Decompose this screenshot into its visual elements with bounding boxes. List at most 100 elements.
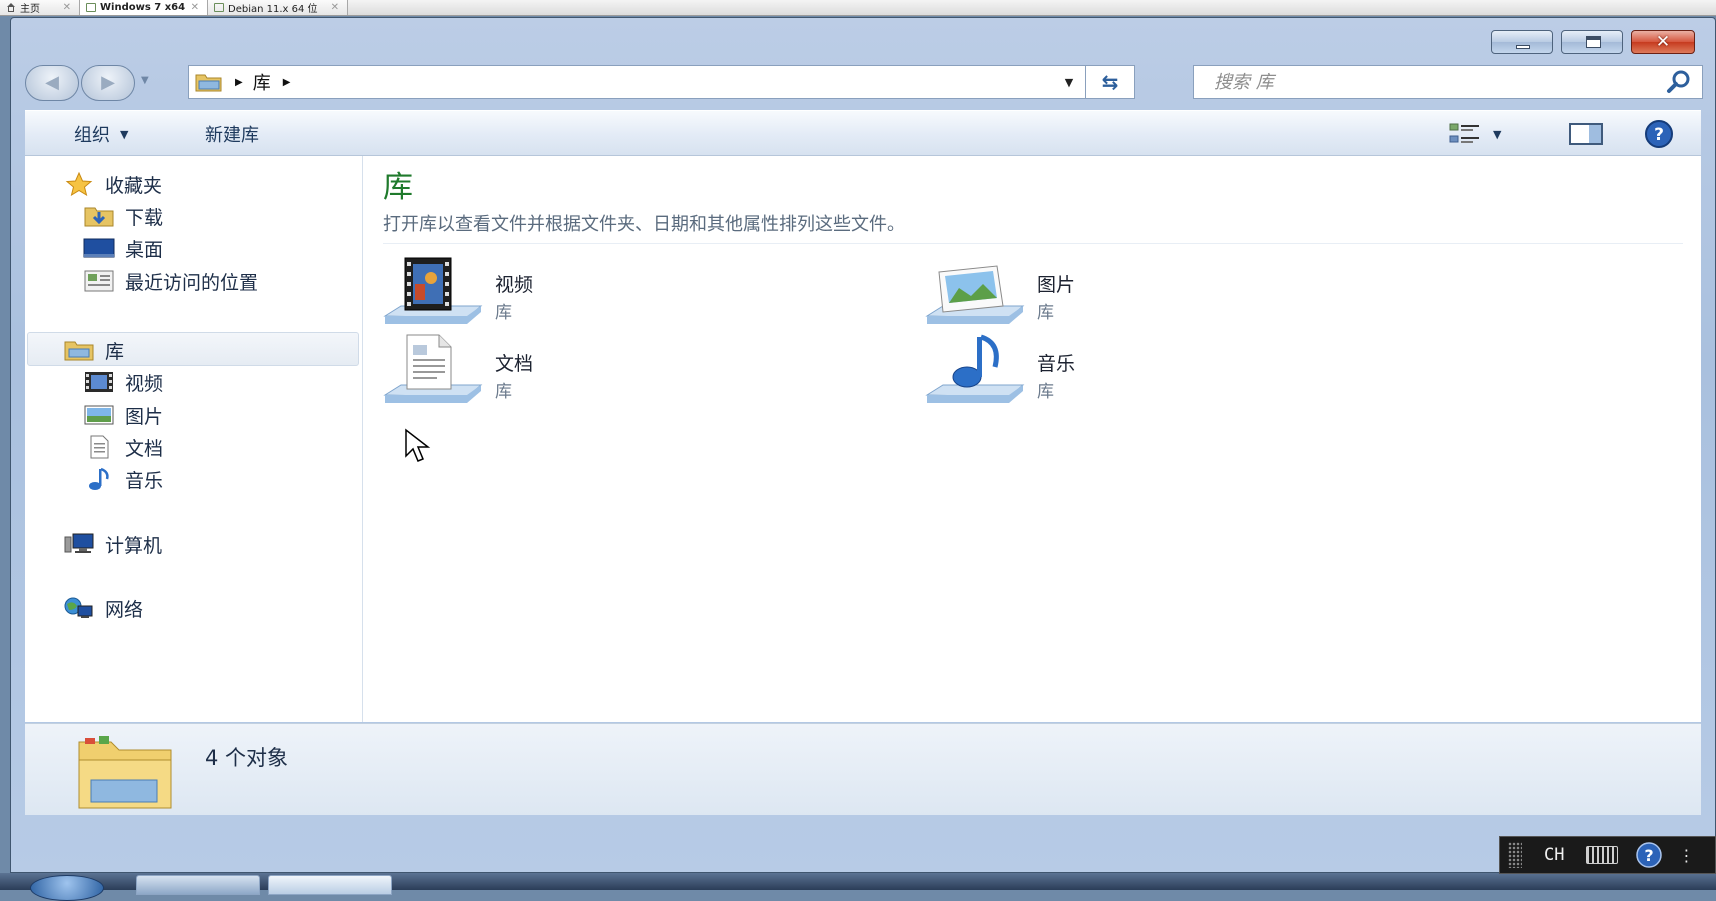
library-name: 音乐 (1037, 353, 1076, 375)
library-name: 图片 (1037, 274, 1076, 296)
recent-places-icon (84, 270, 114, 292)
chevron-down-icon[interactable]: ▼ (1493, 128, 1501, 141)
tree-item-recent-places[interactable]: 最近访问的位置 (83, 265, 258, 297)
maximize-button[interactable] (1561, 30, 1623, 54)
start-button[interactable] (30, 875, 104, 901)
tree-item-label: 桌面 (125, 238, 164, 261)
details-pane: 4 个对象 (25, 723, 1701, 815)
computer-icon (64, 533, 94, 553)
new-library-label: 新建库 (205, 125, 259, 146)
vm-tab-windows7[interactable]: Windows 7 x64 ✕ (80, 0, 208, 15)
mouse-cursor-icon (405, 428, 431, 462)
back-button[interactable]: ◀ (25, 65, 79, 101)
grip-handle-icon[interactable] (1508, 842, 1522, 868)
network-icon (64, 597, 93, 618)
svg-text:?: ? (1645, 846, 1654, 865)
breadcrumb-separator-icon[interactable]: ▶ (235, 77, 243, 88)
tree-item-label: 图片 (125, 405, 164, 428)
library-type: 库 (495, 303, 512, 323)
tree-item-videos[interactable]: 视频 (83, 366, 163, 398)
library-item-videos[interactable]: 视频 库 (383, 254, 803, 334)
document-icon (90, 435, 109, 459)
maximize-icon (1586, 36, 1601, 48)
change-view-button[interactable]: ▼ (1449, 119, 1519, 149)
library-item-pictures[interactable]: 图片 库 (925, 254, 1345, 334)
address-bar[interactable]: ▶ 库 ▶ ▼ ⇆ (188, 65, 1135, 99)
search-box[interactable] (1193, 65, 1703, 99)
home-icon (6, 3, 16, 12)
taskbar (0, 873, 1716, 901)
chevron-down-icon: ▼ (120, 127, 129, 141)
close-button[interactable]: ✕ (1631, 30, 1695, 54)
new-library-button[interactable]: 新建库 (205, 111, 259, 157)
tree-item-label: 收藏夹 (105, 174, 163, 197)
help-icon[interactable]: ? (1634, 840, 1664, 870)
vm-tab-label: Debian 11.x 64 位 (228, 4, 318, 15)
tree-item-label: 下载 (125, 206, 164, 229)
caption-buttons: ✕ (1491, 30, 1695, 54)
view-options-icon (1449, 123, 1479, 143)
command-bar: 组织 ▼ 新建库 ▼ ? (25, 110, 1701, 156)
input-language[interactable]: CH (1544, 845, 1564, 865)
organize-menu[interactable]: 组织 ▼ (74, 111, 128, 157)
minimize-button[interactable] (1491, 30, 1553, 54)
item-count: 4 个对象 (205, 746, 289, 770)
search-input[interactable] (1212, 70, 1666, 94)
help-icon[interactable]: ? (1643, 119, 1675, 149)
page-description: 打开库以查看文件并根据文件夹、日期和其他属性排列这些文件。 (383, 214, 905, 235)
preview-pane-icon[interactable] (1569, 123, 1603, 145)
tree-item-music[interactable]: 音乐 (83, 463, 163, 495)
desktop-icon (83, 238, 115, 258)
film-icon (85, 372, 113, 392)
vm-tab-debian[interactable]: Debian 11.x 64 位 ✕ (208, 0, 348, 15)
library-item-documents[interactable]: 文档 库 (383, 333, 803, 413)
minimize-icon (1516, 45, 1530, 49)
taskbar-button-explorer[interactable] (268, 875, 392, 895)
library-name: 视频 (495, 274, 534, 296)
library-type: 库 (1037, 382, 1054, 402)
tree-item-network[interactable]: 网络 (63, 592, 143, 624)
content-pane: 库 打开库以查看文件并根据文件夹、日期和其他属性排列这些文件。 视频 库 图片 … (363, 156, 1701, 722)
star-icon (65, 172, 93, 196)
library-name: 文档 (495, 353, 534, 375)
divider (383, 243, 1683, 244)
vm-tab-strip: 主页 ✕ Windows 7 x64 ✕ Debian 11.x 64 位 ✕ (0, 0, 1716, 16)
close-icon[interactable]: ✕ (63, 2, 71, 13)
address-dropdown-button[interactable]: ▼ (1054, 66, 1084, 98)
options-menu-icon[interactable]: ⋮ (1678, 846, 1694, 865)
library-folder-icon (78, 736, 172, 809)
tree-item-pictures[interactable]: 图片 (83, 399, 163, 431)
tree-item-libraries[interactable]: 库 (63, 334, 124, 366)
arrow-right-icon: ▶ (101, 72, 115, 93)
vm-tab-label: Windows 7 x64 (100, 2, 186, 13)
music-library-icon (925, 334, 1025, 403)
close-icon[interactable]: ✕ (331, 2, 339, 13)
forward-button[interactable]: ▶ (81, 65, 135, 101)
tree-item-label: 网络 (105, 598, 144, 621)
tree-item-downloads[interactable]: 下载 (83, 200, 163, 232)
video-library-icon (383, 257, 483, 324)
tree-item-favorites[interactable]: 收藏夹 (63, 168, 162, 200)
tree-item-label: 计算机 (105, 534, 163, 557)
library-folder-icon (195, 74, 222, 92)
tree-item-desktop[interactable]: 桌面 (83, 232, 163, 264)
recent-pages-dropdown[interactable]: ▼ (141, 75, 149, 86)
close-icon[interactable]: ✕ (191, 2, 199, 13)
breadcrumb-libraries[interactable]: 库 (253, 69, 271, 95)
vm-icon (214, 3, 224, 12)
library-item-music[interactable]: 音乐 库 (925, 333, 1345, 413)
keyboard-icon[interactable] (1586, 846, 1619, 864)
breadcrumb-separator-icon[interactable]: ▶ (283, 77, 291, 88)
library-folder-icon (64, 341, 94, 361)
tree-item-computer[interactable]: 计算机 (63, 528, 162, 560)
refresh-button[interactable]: ⇆ (1085, 66, 1134, 98)
navigation-pane: 收藏夹 下载 桌面 最近访问的位置 库 视频 图片 文档 音乐 计算机 网络 (25, 156, 363, 722)
vm-icon (86, 3, 96, 12)
taskbar-button[interactable] (136, 875, 260, 895)
arrow-left-icon: ◀ (45, 72, 59, 93)
vm-tab-home[interactable]: 主页 ✕ (0, 0, 80, 15)
tree-item-documents[interactable]: 文档 (83, 431, 163, 463)
search-icon[interactable] (1666, 69, 1692, 95)
tree-item-label: 库 (105, 340, 125, 363)
tree-item-label: 视频 (125, 372, 164, 395)
